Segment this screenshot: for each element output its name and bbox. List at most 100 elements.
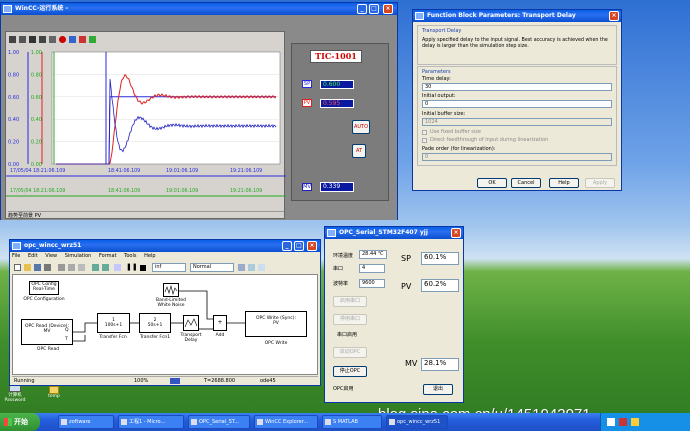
sp-value[interactable]: 0.600	[320, 80, 354, 89]
y-ticks-right: 1.00 0.80 0.60 0.40 0.20 0.00	[31, 50, 42, 168]
pause-icon[interactable]: ❚❚	[126, 263, 138, 271]
y-tick-label: 1.00	[31, 50, 42, 56]
volume-icon[interactable]	[631, 418, 639, 426]
add-block[interactable]: +	[213, 315, 227, 331]
transfer-fcn-block[interactable]: 1 100s+1	[97, 313, 130, 333]
y-tick-label: 0.40	[31, 117, 42, 123]
minimize-button[interactable]: _	[282, 241, 292, 251]
undo-icon[interactable]	[92, 264, 99, 271]
stop-opc-button[interactable]: 停止OPC	[333, 366, 367, 377]
minimize-button[interactable]: _	[357, 4, 367, 14]
paste-icon[interactable]	[78, 264, 85, 271]
section-title: Transport Delay	[422, 28, 462, 34]
copy-icon[interactable]	[68, 264, 75, 271]
menu-help[interactable]: Help	[144, 253, 155, 259]
transfer-fcn-caption: Transfer Fcn	[99, 335, 127, 340]
save-icon[interactable]	[34, 264, 41, 271]
sim-mode-select[interactable]: Normal	[190, 263, 234, 272]
mv-value[interactable]: 28.1%	[421, 358, 459, 371]
stop-sim-icon[interactable]	[140, 265, 146, 271]
debug-icon[interactable]	[258, 264, 265, 271]
help-icon[interactable]	[9, 36, 16, 43]
ruler-icon[interactable]	[49, 36, 56, 43]
close-button[interactable]: ×	[307, 241, 317, 251]
open-icon[interactable]	[24, 264, 31, 271]
close-port-button[interactable]: 停用串口	[333, 314, 367, 325]
opc-config-caption: OPC Configuration	[23, 297, 65, 302]
baud-select[interactable]: 9600	[359, 279, 385, 288]
transfer-fcn1-block[interactable]: 2 50s+1	[139, 313, 171, 333]
fixed-buffer-checkbox[interactable]	[422, 130, 427, 135]
close-button[interactable]: ×	[609, 11, 619, 21]
port-select[interactable]: 4	[359, 264, 385, 273]
task-item-active[interactable]: opc_wincc_wrz51	[386, 415, 448, 429]
menu-tools[interactable]: Tools	[124, 253, 136, 259]
first-icon[interactable]	[29, 36, 36, 43]
pv-label: PV	[401, 282, 412, 291]
parameters-label: Parameters	[422, 69, 451, 75]
maximize-button[interactable]: □	[369, 4, 379, 14]
menu-view[interactable]: View	[45, 253, 57, 259]
apply-button[interactable]: Apply	[585, 178, 615, 188]
transport-delay-block[interactable]	[183, 315, 199, 331]
block-diagram-canvas[interactable]: OPC Config Real-Time OPC Configuration O…	[12, 274, 318, 375]
menu-format[interactable]: Format	[99, 253, 117, 259]
redo-icon[interactable]	[102, 264, 109, 271]
library-icon[interactable]	[114, 264, 121, 271]
cancel-button[interactable]: Cancel	[511, 178, 541, 188]
help-button[interactable]: Help	[549, 178, 579, 188]
time-delay-input[interactable]: 30	[422, 83, 612, 91]
new-icon[interactable]	[14, 264, 21, 271]
start-button[interactable]: 开始	[0, 413, 40, 431]
cut-icon[interactable]	[58, 264, 65, 271]
wincc-icon	[257, 419, 263, 425]
open-port-button[interactable]: 启用串口	[333, 296, 367, 307]
noise-block[interactable]	[163, 283, 179, 297]
menu-edit[interactable]: Edit	[28, 253, 38, 259]
statistics-icon[interactable]	[89, 36, 96, 43]
system-tray	[600, 413, 690, 431]
close-button[interactable]: ×	[451, 228, 461, 238]
start-opc-button[interactable]: 启动OPC	[333, 347, 367, 358]
exit-button[interactable]: 退出	[423, 384, 453, 395]
ok-button[interactable]: OK	[477, 178, 507, 188]
task-item[interactable]: WinCC Explorer...	[254, 415, 318, 429]
task-item[interactable]: 工程1 - Micro...	[118, 415, 184, 429]
build-icon[interactable]	[238, 264, 245, 271]
task-item[interactable]: zoftware	[58, 415, 114, 429]
opc-write-block[interactable]: OPC Write (Sync): PV	[245, 311, 307, 337]
close-button[interactable]: ×	[383, 4, 393, 14]
pv-value: 60.2%	[421, 279, 459, 292]
app-icon	[327, 229, 336, 237]
config-icon[interactable]	[19, 36, 26, 43]
add-caption: Add	[215, 333, 225, 338]
direct-feed-checkbox[interactable]	[422, 138, 427, 143]
zoom-icon[interactable]	[39, 36, 46, 43]
explorer-icon[interactable]	[248, 264, 255, 271]
network-icon[interactable]	[607, 418, 615, 426]
menu-simulation[interactable]: Simulation	[65, 253, 92, 259]
stop-time-input[interactable]: inf	[152, 263, 186, 272]
desktop-icon-temp[interactable]: temp	[44, 386, 64, 404]
pade-input[interactable]: 0	[422, 153, 612, 161]
print-icon[interactable]	[44, 264, 51, 271]
auto-button[interactable]: AUTO	[352, 120, 370, 134]
initial-buffer-input[interactable]: 1024	[422, 118, 612, 126]
description-text: Apply specified delay to the input signa…	[422, 38, 608, 49]
mv-value[interactable]: 0.339	[320, 182, 354, 192]
trend-chart: 1.00 0.80 0.60 0.40 0.20 0.00 1.00 0.80 0.60 0.4…	[6, 50, 286, 197]
print-icon[interactable]	[69, 36, 76, 43]
at-button[interactable]: AT	[352, 144, 366, 158]
task-item[interactable]: S MATLAB	[322, 415, 382, 429]
menu-file[interactable]: File	[12, 253, 20, 259]
task-item[interactable]: OPC_Serial_ST...	[188, 415, 250, 429]
opc-config-block[interactable]: OPC Config Real-Time	[29, 281, 59, 295]
opc-read-caption: OPC Read	[36, 347, 60, 352]
app-icon	[191, 419, 197, 425]
y-ticks-left: 1.00 0.80 0.60 0.40 0.20 0.00	[8, 50, 19, 168]
initial-output-input[interactable]: 0	[422, 100, 612, 108]
stop-icon[interactable]	[59, 36, 66, 43]
maximize-button[interactable]: □	[294, 241, 304, 251]
export-icon[interactable]	[79, 36, 86, 43]
security-icon[interactable]	[619, 418, 627, 426]
